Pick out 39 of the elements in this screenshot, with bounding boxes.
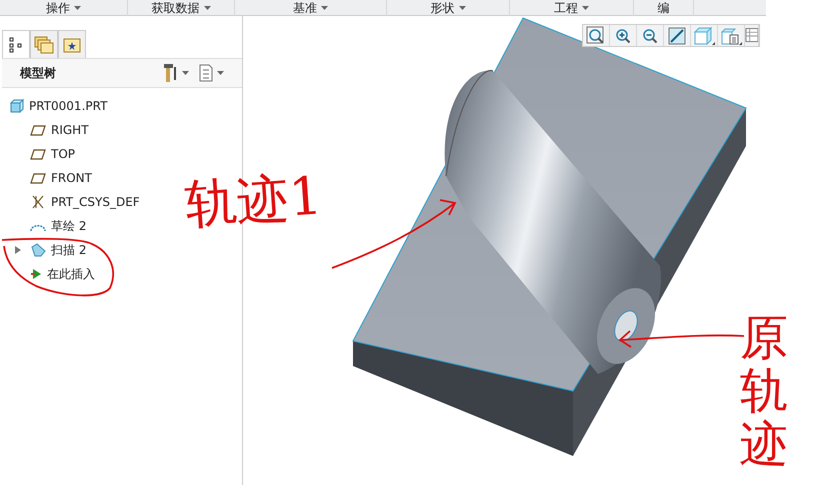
cube-icon <box>10 99 24 113</box>
tree-item-label: TOP <box>51 146 76 163</box>
tree-item[interactable]: 在此插入 <box>30 262 97 286</box>
panel-tab[interactable] <box>58 30 86 58</box>
tree-item-label: FRONT <box>51 170 92 187</box>
tree-item[interactable]: PRT_CSYS_DEF <box>30 190 142 214</box>
folder-icon <box>63 36 81 52</box>
plane-icon <box>30 124 46 136</box>
tree-item[interactable]: RIGHT <box>30 118 91 142</box>
caret-icon <box>182 71 189 75</box>
panel-tab[interactable] <box>2 30 30 58</box>
tree-item[interactable]: TOP <box>30 142 78 166</box>
tree-item[interactable]: 扫描 2 <box>30 238 88 262</box>
tree-item-label: PRT0001.PRT <box>29 98 108 115</box>
folders-icon <box>34 36 54 54</box>
tree-item[interactable]: 草绘 2 <box>30 214 88 238</box>
repaint-icon[interactable] <box>667 26 687 46</box>
tree-item[interactable]: PRT0001.PRT <box>10 94 110 118</box>
coordinate-system-icon <box>30 195 46 209</box>
tree-item-label: RIGHT <box>51 122 89 139</box>
tree-item-label: 在此插入 <box>47 266 95 283</box>
tree-item-label: PRT_CSYS_DEF <box>51 194 140 211</box>
expand-arrow-icon[interactable] <box>14 246 21 254</box>
list-settings-icon[interactable] <box>199 64 213 82</box>
tree-item-label: 草绘 2 <box>51 218 86 235</box>
handwritten-note: 轨迹1 <box>183 170 324 232</box>
hammer-icon[interactable] <box>164 63 178 83</box>
sweep-icon <box>30 243 46 257</box>
insert-arrow-icon <box>30 268 42 280</box>
handwritten-note: 原轨迹 <box>740 312 788 470</box>
tree-item-label: 扫描 2 <box>51 242 86 259</box>
tree-icon <box>9 36 23 52</box>
plane-icon <box>30 148 46 160</box>
plane-icon <box>30 172 46 184</box>
caret-icon <box>217 71 224 75</box>
zoom-fit-icon[interactable] <box>586 26 606 46</box>
tree-item[interactable]: FRONT <box>30 166 94 190</box>
cube-list-icon[interactable] <box>720 26 742 46</box>
panel-title: 模型树 <box>20 65 57 82</box>
